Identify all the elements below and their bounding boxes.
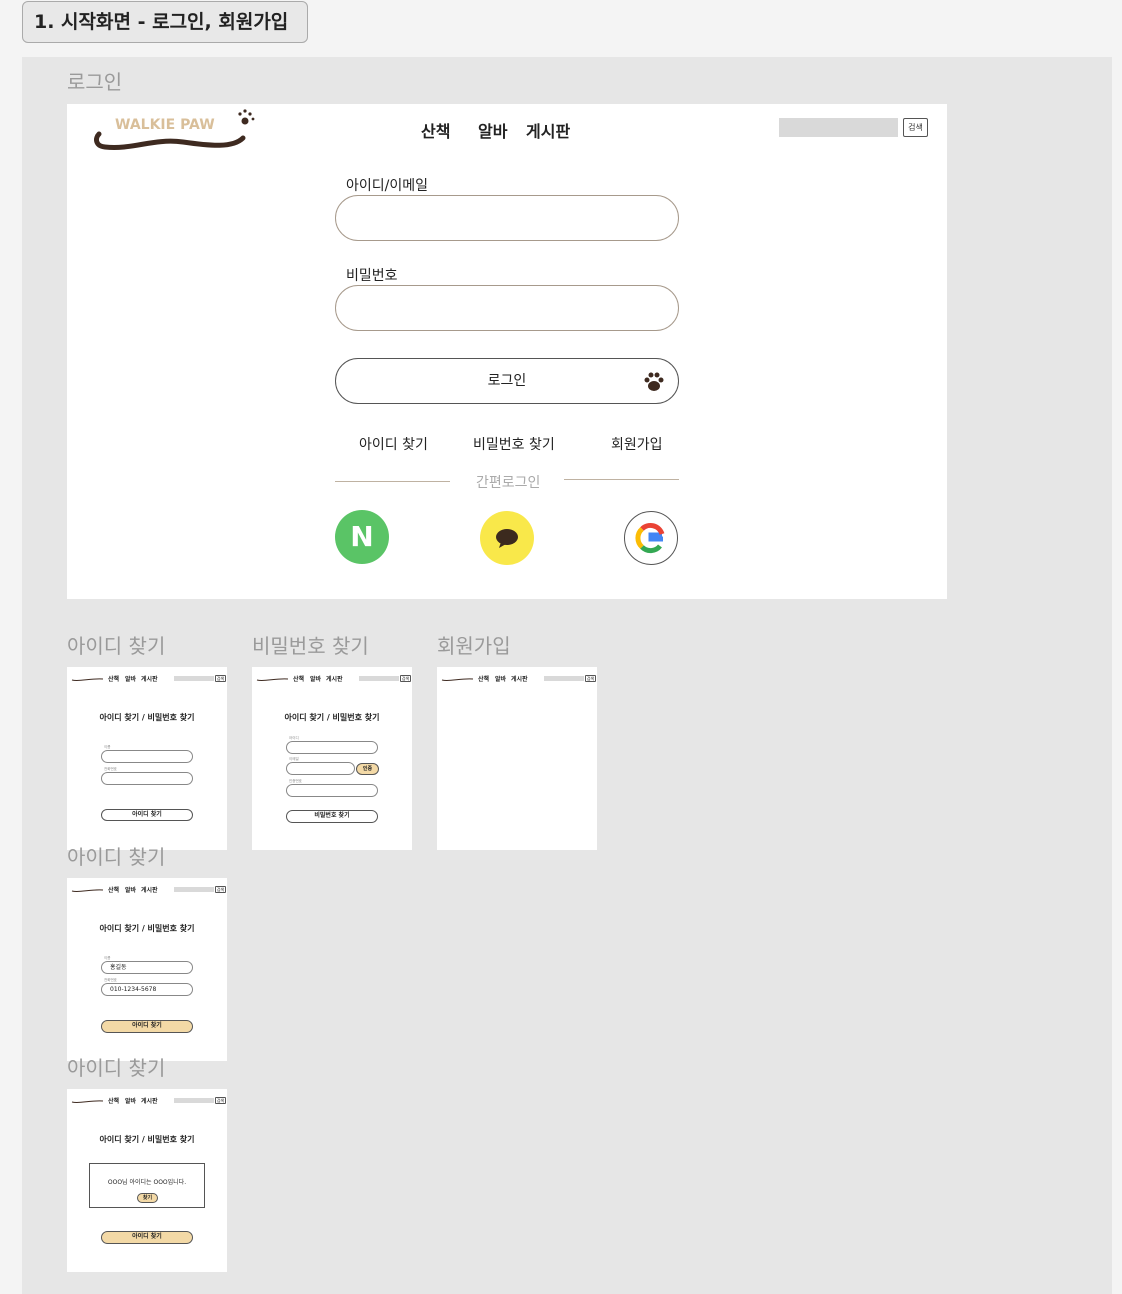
find-heading: 아이디 찾기 / 비밀번호 찾기 xyxy=(284,713,380,722)
nav-item-board[interactable]: 게시판 xyxy=(141,674,158,683)
nav-item-walk[interactable]: 산책 xyxy=(108,885,119,894)
signup-frame: 산책 알바 게시판 검색 xyxy=(437,667,597,850)
id-field[interactable] xyxy=(335,195,679,241)
password-field[interactable] xyxy=(335,285,679,331)
logo xyxy=(71,678,104,682)
naver-login-icon[interactable]: N xyxy=(335,510,389,564)
search-button[interactable]: 검색 xyxy=(585,675,596,682)
easy-login-label: 간편로그인 xyxy=(476,475,541,491)
search-input[interactable] xyxy=(779,118,898,137)
search-button[interactable]: 검색 xyxy=(215,886,226,893)
login-frame: WALKIE PAW 산책 알바 게시판 검색 아이디/이메일 비밀번호 로그인… xyxy=(67,104,947,599)
nav-item-board[interactable]: 게시판 xyxy=(511,674,528,683)
find-id-frame: 산책 알바 게시판 검색 아이디 찾기 / 비밀번호 찾기 이름 전화번호 아이… xyxy=(67,667,227,850)
logo xyxy=(441,678,474,682)
nav-item-walk[interactable]: 산책 xyxy=(421,118,450,142)
logo xyxy=(71,889,104,893)
frame-title-find-id-filled: 아이디 찾기 xyxy=(67,845,166,869)
code-field[interactable] xyxy=(286,784,378,797)
search-button[interactable]: 검색 xyxy=(215,1097,226,1104)
password-label: 비밀번호 xyxy=(346,268,398,284)
frame-title-find-password: 비밀번호 찾기 xyxy=(252,634,369,658)
find-heading: 아이디 찾기 / 비밀번호 찾기 xyxy=(99,713,195,722)
phone-field[interactable] xyxy=(101,772,193,785)
find-id-filled-frame: 산책 알바 게시판 검색 아이디 찾기 / 비밀번호 찾기 이름 홍길동 전화번… xyxy=(67,878,227,1061)
logo xyxy=(256,678,289,682)
logo xyxy=(71,1100,104,1104)
logo-text: WALKIE PAW xyxy=(115,117,215,133)
search-button[interactable]: 검색 xyxy=(400,675,411,682)
search-input[interactable] xyxy=(359,676,399,681)
search-button[interactable]: 검색 xyxy=(903,118,928,137)
nav-item-walk[interactable]: 산책 xyxy=(108,674,119,683)
find-id-button[interactable]: 아이디 찾기 xyxy=(101,1231,193,1244)
nav-item-walk[interactable]: 산책 xyxy=(293,674,304,683)
nav-item-parttime[interactable]: 알바 xyxy=(125,674,136,683)
frame-title-signup: 회원가입 xyxy=(437,634,511,658)
kakao-login-icon[interactable] xyxy=(480,511,534,565)
name-field[interactable] xyxy=(101,750,193,763)
nav-item-parttime[interactable]: 알바 xyxy=(310,674,321,683)
nav-item-board[interactable]: 게시판 xyxy=(526,118,570,142)
google-login-icon[interactable] xyxy=(624,511,678,565)
find-heading: 아이디 찾기 / 비밀번호 찾기 xyxy=(99,924,195,933)
result-message: OOO님 아이디는 OOO입니다. xyxy=(107,1179,187,1186)
divider-right xyxy=(564,479,679,480)
find-id-result-frame: 산책 알바 게시판 검색 아이디 찾기 / 비밀번호 찾기 OOO님 아이디는 … xyxy=(67,1089,227,1272)
nav-item-walk[interactable]: 산책 xyxy=(478,674,489,683)
divider-left xyxy=(335,481,450,482)
phone-field[interactable]: 010-1234-5678 xyxy=(101,983,193,996)
search-input[interactable] xyxy=(174,887,214,892)
google-icon xyxy=(635,523,665,554)
nav-item-board[interactable]: 게시판 xyxy=(326,674,343,683)
search-input[interactable] xyxy=(174,1098,214,1103)
find-id-button[interactable]: 아이디 찾기 xyxy=(101,809,193,821)
nav-item-board[interactable]: 게시판 xyxy=(141,1096,158,1105)
search-input[interactable] xyxy=(544,676,584,681)
find-heading: 아이디 찾기 / 비밀번호 찾기 xyxy=(99,1135,195,1144)
nav-item-parttime[interactable]: 알바 xyxy=(125,885,136,894)
id-label: 아이디/이메일 xyxy=(346,178,428,194)
login-button[interactable]: 로그인 xyxy=(335,358,679,404)
frame-title-find-id: 아이디 찾기 xyxy=(67,634,166,658)
nav-item-parttime[interactable]: 알바 xyxy=(125,1096,136,1105)
find-id-link[interactable]: 아이디 찾기 xyxy=(359,434,428,454)
frame-title-login: 로그인 xyxy=(67,70,123,94)
find-password-frame: 산책 알바 게시판 검색 아이디 찾기 / 비밀번호 찾기 아이디 이메일 인증… xyxy=(252,667,412,850)
nav-item-board[interactable]: 게시판 xyxy=(141,885,158,894)
logo[interactable]: WALKIE PAW xyxy=(93,104,259,156)
nav-item-parttime[interactable]: 알바 xyxy=(478,118,507,142)
nav-item-walk[interactable]: 산책 xyxy=(108,1096,119,1105)
paw-icon xyxy=(238,109,255,125)
speech-bubble-icon xyxy=(496,529,518,548)
name-field[interactable]: 홍길동 xyxy=(101,961,193,974)
id-field[interactable] xyxy=(286,741,378,754)
email-field[interactable] xyxy=(286,762,355,775)
section-title: 1. 시작화면 - 로그인, 회원가입 xyxy=(22,1,308,43)
result-dialog: OOO님 아이디는 OOO입니다. 찾기 xyxy=(89,1163,205,1208)
find-password-link[interactable]: 비밀번호 찾기 xyxy=(473,434,555,454)
find-id-button[interactable]: 아이디 찾기 xyxy=(101,1020,193,1033)
signup-link[interactable]: 회원가입 xyxy=(611,434,663,454)
search-input[interactable] xyxy=(174,676,214,681)
verify-button[interactable]: 인증 xyxy=(356,763,379,775)
result-ok-button[interactable]: 찾기 xyxy=(137,1193,158,1203)
nav-item-parttime[interactable]: 알바 xyxy=(495,674,506,683)
frame-title-find-id-result: 아이디 찾기 xyxy=(67,1056,166,1080)
search-button[interactable]: 검색 xyxy=(215,675,226,682)
paw-icon xyxy=(644,372,664,391)
find-password-button[interactable]: 비밀번호 찾기 xyxy=(286,810,378,823)
login-button-label: 로그인 xyxy=(487,373,527,389)
